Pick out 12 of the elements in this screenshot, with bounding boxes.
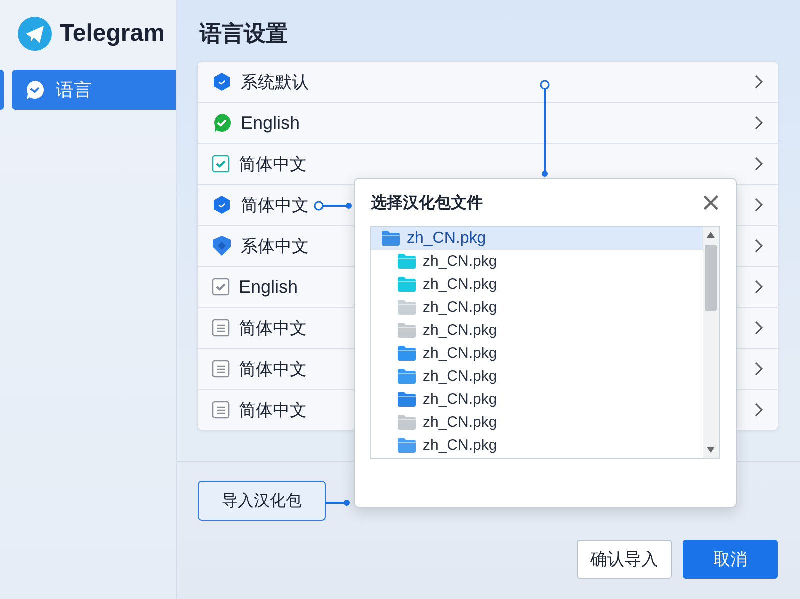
page-title: 语言设置: [200, 20, 288, 49]
language-label: 简体中文: [239, 400, 307, 422]
language-label: 简体中文: [241, 194, 309, 216]
language-label: 系体中文: [241, 236, 309, 258]
language-label: English: [239, 276, 298, 298]
language-label: 简体中文: [239, 154, 307, 176]
dialog-title: 选择汉化包文件: [371, 192, 483, 214]
language-label: 简体中文: [239, 358, 307, 380]
language-label: 系统默认: [241, 72, 309, 94]
app-name: Telegram: [60, 20, 165, 48]
language-label: English: [241, 112, 300, 134]
language-label: 简体中文: [239, 318, 307, 340]
